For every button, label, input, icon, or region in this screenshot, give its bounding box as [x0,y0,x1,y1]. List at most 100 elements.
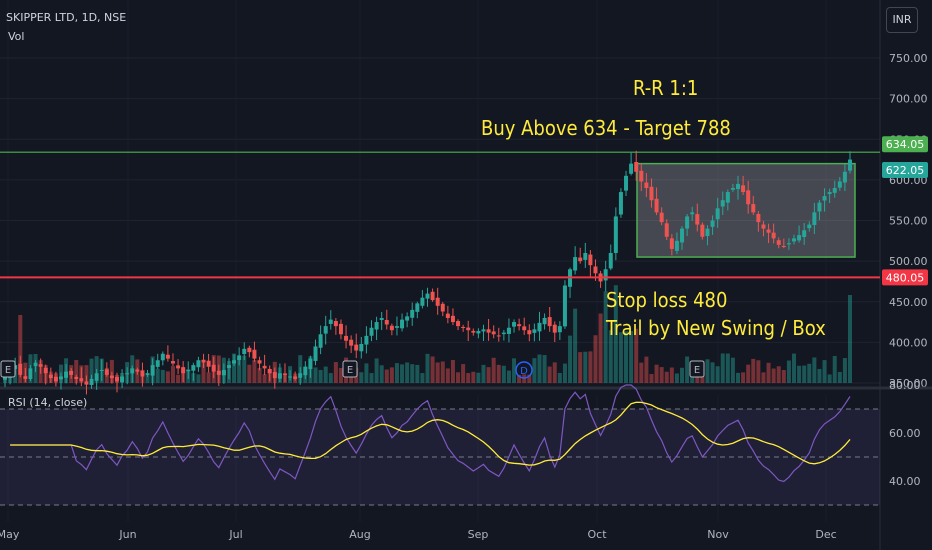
candle [557,326,562,333]
volume-bar [736,372,741,383]
candle [384,320,389,325]
volume-bar [649,374,654,383]
candle [344,335,349,341]
candle [792,238,797,242]
volume-bar [506,370,511,383]
volume-bar [43,365,48,383]
candle [664,223,669,237]
price-label-text: 480.05 [886,271,925,284]
volume-bar [120,373,125,383]
volume-bar [191,373,196,383]
candle [618,192,623,215]
volume-bar [277,367,282,383]
candle [608,253,613,269]
volume-bar [282,373,287,383]
volume-bar [79,365,84,383]
candle [644,182,649,188]
candle [552,324,557,333]
volume-bar [532,358,537,383]
candle [176,365,181,369]
candle [349,339,354,346]
rsi-axis-label: 40.00 [889,475,921,488]
volume-bar [771,368,776,383]
candle [624,175,629,191]
candle [674,240,679,251]
volume-bar [761,372,766,383]
volume-bar [669,367,674,383]
volume-bar [201,363,206,383]
price-axis-label: 700.00 [889,93,928,106]
candle [593,266,598,274]
candle [720,200,725,207]
earnings-marker-label: E [694,365,700,376]
candle [461,326,466,328]
candle [501,332,506,335]
candle [715,208,720,220]
volume-bar [298,355,303,383]
candle [848,159,852,171]
stock-chart[interactable]: 350.00400.00450.00500.00550.00600.00650.… [0,0,932,550]
volume-bar [822,360,827,383]
time-axis-label: May [0,528,20,541]
volume-bar [130,355,135,383]
volume-bar [781,369,786,383]
candle [588,254,593,266]
volume-bar [705,359,710,383]
candle [756,214,761,223]
volume-bar [237,358,242,383]
volume-bar [226,361,231,383]
volume-bar [99,358,104,383]
volume-bar [425,353,430,383]
volume-bar [155,368,160,383]
price-label-text: 634.05 [886,138,925,151]
candle [466,327,471,331]
volume-bar [746,364,751,383]
risk-reward-annotation: R-R 1:1 [633,76,699,100]
candle [191,365,196,371]
volume-bar [257,368,262,383]
candle [379,318,384,320]
volume-bar [776,366,781,383]
candle [761,224,766,229]
candle [252,349,257,359]
candle [583,253,588,260]
volume-bar [400,364,405,383]
volume-bar [501,365,506,383]
candle [522,326,527,331]
candle [420,297,425,306]
volume-bar [364,363,369,383]
volume-bar [848,295,852,383]
volume-bar [807,363,812,383]
candle [323,326,328,334]
volume-bar [476,372,481,383]
volume-bar [741,372,746,383]
candle [766,229,771,233]
candle [165,354,170,359]
candle [155,360,160,367]
candle [532,329,537,333]
candle [354,344,359,351]
volume-bar [644,356,649,383]
volume-bar [654,364,659,383]
candle [680,228,685,243]
volume-bar [537,354,542,383]
currency-button[interactable]: INR [886,7,918,33]
candle [802,230,807,238]
candle [827,192,832,195]
volume-bar [369,373,374,383]
volume-bar [64,358,69,383]
volume-bar [435,362,440,383]
volume-bar [33,353,38,383]
time-axis-label: Jul [228,528,242,541]
candle [730,188,735,190]
volume-bar [384,369,389,383]
candle [710,220,715,227]
volume-bar [293,373,298,383]
volume-bar [23,362,28,383]
candle [639,170,644,182]
candle [471,330,476,333]
volume-bar [394,363,399,383]
volume-bar [333,362,338,383]
candle [196,360,201,368]
candle [491,331,496,335]
